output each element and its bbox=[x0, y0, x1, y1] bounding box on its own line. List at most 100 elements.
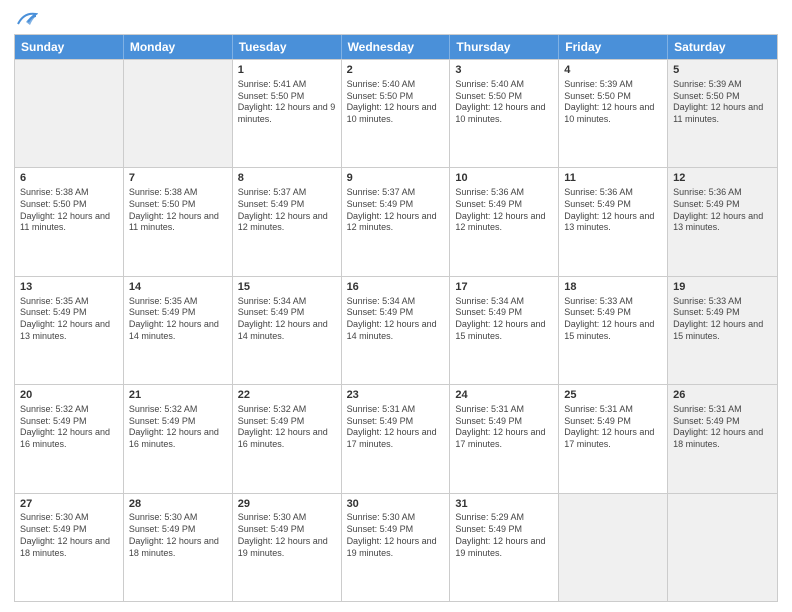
cal-cell: 7Sunrise: 5:38 AM Sunset: 5:50 PM Daylig… bbox=[124, 168, 233, 275]
day-number: 8 bbox=[238, 171, 336, 186]
day-number: 2 bbox=[347, 63, 445, 78]
cal-cell: 3Sunrise: 5:40 AM Sunset: 5:50 PM Daylig… bbox=[450, 60, 559, 167]
cell-detail: Sunrise: 5:31 AM Sunset: 5:49 PM Dayligh… bbox=[347, 404, 445, 451]
cal-cell bbox=[124, 60, 233, 167]
day-number: 20 bbox=[20, 388, 118, 403]
cell-detail: Sunrise: 5:30 AM Sunset: 5:49 PM Dayligh… bbox=[129, 512, 227, 559]
cal-cell: 31Sunrise: 5:29 AM Sunset: 5:49 PM Dayli… bbox=[450, 494, 559, 601]
cell-detail: Sunrise: 5:33 AM Sunset: 5:49 PM Dayligh… bbox=[673, 296, 772, 343]
cal-cell: 21Sunrise: 5:32 AM Sunset: 5:49 PM Dayli… bbox=[124, 385, 233, 492]
cal-cell: 9Sunrise: 5:37 AM Sunset: 5:49 PM Daylig… bbox=[342, 168, 451, 275]
cal-cell: 27Sunrise: 5:30 AM Sunset: 5:49 PM Dayli… bbox=[15, 494, 124, 601]
cal-cell: 1Sunrise: 5:41 AM Sunset: 5:50 PM Daylig… bbox=[233, 60, 342, 167]
calendar-header: SundayMondayTuesdayWednesdayThursdayFrid… bbox=[15, 35, 777, 59]
day-number: 1 bbox=[238, 63, 336, 78]
cal-cell: 4Sunrise: 5:39 AM Sunset: 5:50 PM Daylig… bbox=[559, 60, 668, 167]
cal-week: 20Sunrise: 5:32 AM Sunset: 5:49 PM Dayli… bbox=[15, 384, 777, 492]
cell-detail: Sunrise: 5:31 AM Sunset: 5:49 PM Dayligh… bbox=[455, 404, 553, 451]
cal-cell bbox=[15, 60, 124, 167]
cal-cell: 16Sunrise: 5:34 AM Sunset: 5:49 PM Dayli… bbox=[342, 277, 451, 384]
logo bbox=[14, 10, 38, 28]
cal-cell: 5Sunrise: 5:39 AM Sunset: 5:50 PM Daylig… bbox=[668, 60, 777, 167]
cell-detail: Sunrise: 5:32 AM Sunset: 5:49 PM Dayligh… bbox=[20, 404, 118, 451]
cal-week: 13 Sunrise: 5:35 AM Sunset: 5:49 PM Dayli… bbox=[15, 276, 777, 384]
cell-detail: Sunrise: 5:31 AM Sunset: 5:49 PM Dayligh… bbox=[673, 404, 772, 451]
cell-detail: Sunrise: 5:34 AM Sunset: 5:49 PM Dayligh… bbox=[238, 296, 336, 343]
cal-cell: 6Sunrise: 5:38 AM Sunset: 5:50 PM Daylig… bbox=[15, 168, 124, 275]
cal-cell: 20Sunrise: 5:32 AM Sunset: 5:49 PM Dayli… bbox=[15, 385, 124, 492]
day-number: 27 bbox=[20, 497, 118, 512]
cal-cell: 15Sunrise: 5:34 AM Sunset: 5:49 PM Dayli… bbox=[233, 277, 342, 384]
cal-header-day: Wednesday bbox=[342, 35, 451, 59]
day-number: 6 bbox=[20, 171, 118, 186]
cal-cell: 26Sunrise: 5:31 AM Sunset: 5:49 PM Dayli… bbox=[668, 385, 777, 492]
cal-cell bbox=[668, 494, 777, 601]
cell-detail: Sunrise: 5:29 AM Sunset: 5:49 PM Dayligh… bbox=[455, 512, 553, 559]
cell-detail: Sunrise: 5:35 AM Sunset: 5:49 PM Dayligh… bbox=[129, 296, 227, 343]
day-number: 17 bbox=[455, 280, 553, 295]
cell-detail: Sunrise: 5:36 AM Sunset: 5:49 PM Dayligh… bbox=[673, 187, 772, 234]
cal-header-day: Saturday bbox=[668, 35, 777, 59]
cell-detail: Sunrise: 5:39 AM Sunset: 5:50 PM Dayligh… bbox=[564, 79, 662, 126]
cell-detail: Sunrise: 5:40 AM Sunset: 5:50 PM Dayligh… bbox=[347, 79, 445, 126]
calendar-body: 1Sunrise: 5:41 AM Sunset: 5:50 PM Daylig… bbox=[15, 59, 777, 601]
cell-detail: Sunrise: 5:34 AM Sunset: 5:49 PM Dayligh… bbox=[455, 296, 553, 343]
cell-detail: Sunrise: 5:33 AM Sunset: 5:49 PM Dayligh… bbox=[564, 296, 662, 343]
day-number: 14 bbox=[129, 280, 227, 295]
cell-detail: Sunrise: 5:36 AM Sunset: 5:49 PM Dayligh… bbox=[455, 187, 553, 234]
day-number: 24 bbox=[455, 388, 553, 403]
day-number: 4 bbox=[564, 63, 662, 78]
cell-detail: Sunrise: 5:37 AM Sunset: 5:49 PM Dayligh… bbox=[347, 187, 445, 234]
day-number: 23 bbox=[347, 388, 445, 403]
cell-detail: Sunrise: 5:30 AM Sunset: 5:49 PM Dayligh… bbox=[347, 512, 445, 559]
cal-cell: 23Sunrise: 5:31 AM Sunset: 5:49 PM Dayli… bbox=[342, 385, 451, 492]
day-number: 3 bbox=[455, 63, 553, 78]
day-number: 13 bbox=[20, 280, 118, 295]
cal-cell: 17Sunrise: 5:34 AM Sunset: 5:49 PM Dayli… bbox=[450, 277, 559, 384]
cell-detail: Sunrise: 5:31 AM Sunset: 5:49 PM Dayligh… bbox=[564, 404, 662, 451]
cell-detail: Sunrise: 5:37 AM Sunset: 5:49 PM Dayligh… bbox=[238, 187, 336, 234]
day-number: 11 bbox=[564, 171, 662, 186]
logo-bird-icon bbox=[16, 10, 38, 28]
calendar: SundayMondayTuesdayWednesdayThursdayFrid… bbox=[14, 34, 778, 602]
page: SundayMondayTuesdayWednesdayThursdayFrid… bbox=[0, 0, 792, 612]
cell-detail: Sunrise: 5:39 AM Sunset: 5:50 PM Dayligh… bbox=[673, 79, 772, 126]
day-number: 16 bbox=[347, 280, 445, 295]
cal-cell: 19Sunrise: 5:33 AM Sunset: 5:49 PM Dayli… bbox=[668, 277, 777, 384]
cal-cell: 10Sunrise: 5:36 AM Sunset: 5:49 PM Dayli… bbox=[450, 168, 559, 275]
cal-cell: 24Sunrise: 5:31 AM Sunset: 5:49 PM Dayli… bbox=[450, 385, 559, 492]
day-number: 15 bbox=[238, 280, 336, 295]
cal-week: 1Sunrise: 5:41 AM Sunset: 5:50 PM Daylig… bbox=[15, 59, 777, 167]
cal-cell: 8Sunrise: 5:37 AM Sunset: 5:49 PM Daylig… bbox=[233, 168, 342, 275]
day-number: 28 bbox=[129, 497, 227, 512]
cal-header-day: Tuesday bbox=[233, 35, 342, 59]
cell-detail: Sunrise: 5:30 AM Sunset: 5:49 PM Dayligh… bbox=[238, 512, 336, 559]
cal-week: 6Sunrise: 5:38 AM Sunset: 5:50 PM Daylig… bbox=[15, 167, 777, 275]
cal-cell: 13Sunrise: 5:35 AM Sunset: 5:49 PM Dayli… bbox=[15, 277, 124, 384]
cell-detail: Sunrise: 5:38 AM Sunset: 5:50 PM Dayligh… bbox=[20, 187, 118, 234]
cal-cell: 14Sunrise: 5:35 AM Sunset: 5:49 PM Dayli… bbox=[124, 277, 233, 384]
day-number: 19 bbox=[673, 280, 772, 295]
day-number: 18 bbox=[564, 280, 662, 295]
cal-cell: 25Sunrise: 5:31 AM Sunset: 5:49 PM Dayli… bbox=[559, 385, 668, 492]
cal-header-day: Friday bbox=[559, 35, 668, 59]
cell-detail: Sunrise: 5:41 AM Sunset: 5:50 PM Dayligh… bbox=[238, 79, 336, 126]
cal-cell: 28Sunrise: 5:30 AM Sunset: 5:49 PM Dayli… bbox=[124, 494, 233, 601]
cell-detail: Sunrise: 5:32 AM Sunset: 5:49 PM Dayligh… bbox=[238, 404, 336, 451]
cal-cell: 12Sunrise: 5:36 AM Sunset: 5:49 PM Dayli… bbox=[668, 168, 777, 275]
cal-cell bbox=[559, 494, 668, 601]
cal-cell: 22Sunrise: 5:32 AM Sunset: 5:49 PM Dayli… bbox=[233, 385, 342, 492]
day-number: 25 bbox=[564, 388, 662, 403]
cell-detail: Sunrise: 5:30 AM Sunset: 5:49 PM Dayligh… bbox=[20, 512, 118, 559]
day-number: 30 bbox=[347, 497, 445, 512]
cell-detail: Sunrise: 5:36 AM Sunset: 5:49 PM Dayligh… bbox=[564, 187, 662, 234]
cal-cell: 29Sunrise: 5:30 AM Sunset: 5:49 PM Dayli… bbox=[233, 494, 342, 601]
day-number: 10 bbox=[455, 171, 553, 186]
cal-cell: 11Sunrise: 5:36 AM Sunset: 5:49 PM Dayli… bbox=[559, 168, 668, 275]
cal-header-day: Thursday bbox=[450, 35, 559, 59]
cell-detail: Sunrise: 5:38 AM Sunset: 5:50 PM Dayligh… bbox=[129, 187, 227, 234]
cal-header-day: Monday bbox=[124, 35, 233, 59]
cal-cell: 30Sunrise: 5:30 AM Sunset: 5:49 PM Dayli… bbox=[342, 494, 451, 601]
cell-detail: Sunrise: 5:34 AM Sunset: 5:49 PM Dayligh… bbox=[347, 296, 445, 343]
day-number: 29 bbox=[238, 497, 336, 512]
